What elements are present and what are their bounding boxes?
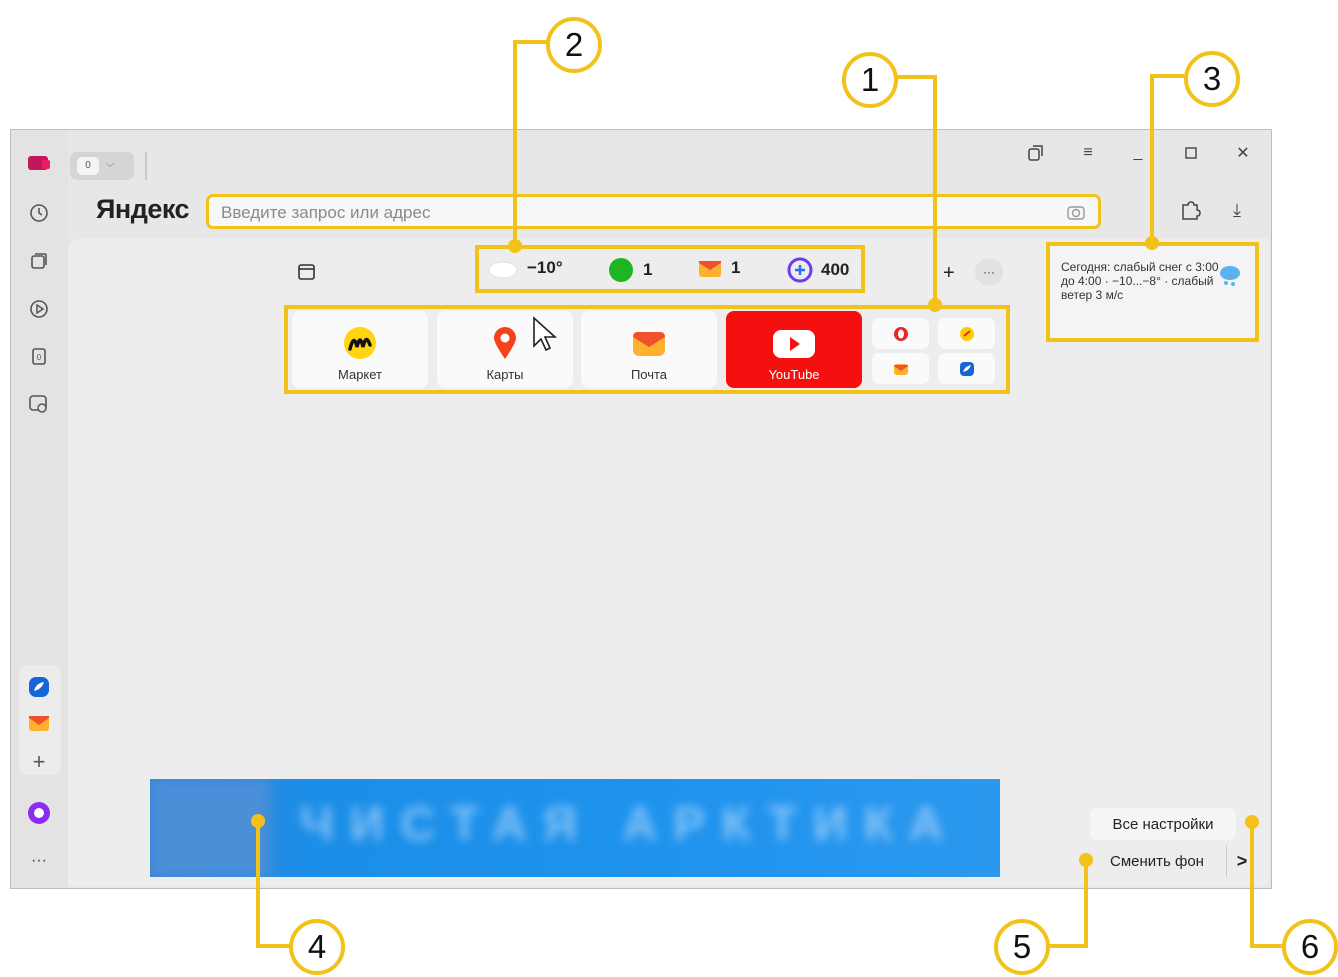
mail-informer[interactable]: 1 — [697, 257, 740, 279]
mini-tile-opera[interactable] — [872, 318, 929, 349]
zen-icon — [959, 326, 974, 341]
tile-mail[interactable]: Почта — [581, 311, 717, 388]
svg-text:0: 0 — [37, 353, 42, 362]
traffic-green-icon — [609, 258, 633, 282]
tile-label: Почта — [630, 367, 668, 382]
banner-text: ЧИСТАЯ АРКТИКА — [300, 798, 960, 851]
banner-logo-area — [150, 779, 270, 877]
cursor-icon — [531, 316, 559, 361]
mini-tile-mail[interactable] — [872, 353, 929, 384]
minimize-icon[interactable]: _ — [1125, 140, 1151, 166]
callout-dot — [1245, 815, 1259, 829]
traffic-score: 1 — [643, 260, 653, 279]
callout-line — [1250, 822, 1254, 948]
callout-dot — [508, 239, 522, 253]
tile-market[interactable]: Маркет — [292, 311, 428, 388]
callout-line — [1150, 74, 1186, 78]
maximize-icon[interactable] — [1178, 140, 1204, 166]
menu-icon[interactable]: ≡ — [1075, 140, 1101, 166]
history-icon[interactable] — [26, 200, 52, 226]
tab-divider — [145, 152, 147, 180]
mini-tile-zen[interactable] — [938, 318, 995, 349]
more-options-button[interactable]: ··· — [975, 258, 1003, 286]
mini-tile-messenger[interactable] — [938, 353, 995, 384]
plus-points-icon — [787, 257, 813, 283]
youtube-icon — [773, 330, 815, 358]
weather-forecast-text: Сегодня: слабый снег с 3:00 до 4:00 · −1… — [1061, 260, 1219, 302]
callout-dot — [1145, 236, 1159, 250]
address-bar[interactable] — [206, 194, 1101, 229]
callout-5: 5 — [994, 919, 1050, 975]
tabs-manager-icon[interactable] — [1023, 140, 1049, 166]
callout-line — [1250, 944, 1284, 948]
map-pin-icon — [494, 327, 516, 359]
mail-app-icon[interactable] — [26, 710, 52, 736]
callout-1: 1 — [842, 52, 898, 108]
weather-tooltip: Сегодня: слабый снег с 3:00 до 4:00 · −1… — [1046, 242, 1259, 342]
plus-informer[interactable]: 400 — [787, 257, 849, 283]
callout-line — [897, 75, 937, 79]
tab-counter-icon[interactable]: 0 — [26, 343, 52, 369]
extensions-icon[interactable] — [1178, 199, 1202, 228]
callout-line — [1150, 74, 1154, 244]
all-settings-button[interactable]: Все настройки — [1090, 808, 1236, 840]
background-banner[interactable]: ЧИСТАЯ АРКТИКА — [150, 779, 1000, 877]
tab-layout-icon[interactable] — [297, 262, 317, 287]
weather-informer[interactable]: −10° — [487, 257, 563, 279]
sidebar: 0 + ··· — [11, 130, 68, 888]
profile-avatar[interactable] — [26, 150, 52, 176]
change-background-button[interactable]: Сменить фон — [1090, 845, 1224, 877]
callout-6: 6 — [1282, 919, 1338, 975]
callout-dot — [251, 814, 265, 828]
tile-youtube[interactable]: YouTube — [726, 311, 862, 388]
close-icon[interactable]: ✕ — [1230, 140, 1256, 166]
add-app-button[interactable]: + — [26, 749, 52, 775]
tile-label: Маркет — [337, 367, 383, 382]
mail-icon — [699, 261, 721, 277]
market-icon — [344, 327, 376, 359]
weather-temperature: −10° — [527, 258, 563, 277]
alice-icon[interactable] — [26, 800, 52, 826]
callout-line — [933, 75, 937, 305]
add-tile-button[interactable]: + — [943, 262, 955, 285]
chevron-down-icon: ⌵ — [106, 158, 115, 170]
messenger-app-icon[interactable] — [26, 674, 52, 700]
callout-4: 4 — [289, 919, 345, 975]
callout-line — [1048, 944, 1088, 948]
callout-2: 2 — [546, 17, 602, 73]
callout-3: 3 — [1184, 51, 1240, 107]
sidebar-more-button[interactable]: ··· — [26, 848, 52, 874]
opera-icon — [893, 326, 908, 341]
messenger-icon — [959, 361, 974, 376]
callout-dot — [928, 298, 942, 312]
search-input[interactable] — [219, 201, 1043, 225]
callout-line — [513, 40, 517, 245]
yandex-logo[interactable]: Яндекс — [96, 194, 190, 225]
collections-icon[interactable] — [26, 248, 52, 274]
informers-bar: −10° 1 1 400 — [475, 245, 865, 293]
callout-dot — [1079, 853, 1093, 867]
mail-icon — [633, 332, 665, 356]
callout-line — [513, 40, 548, 44]
plus-points: 400 — [821, 260, 850, 279]
camera-search-icon[interactable] — [1066, 203, 1086, 226]
screenshot-icon[interactable] — [26, 391, 52, 417]
callout-line — [1084, 860, 1088, 948]
downloads-icon[interactable]: ⤓ — [1233, 200, 1241, 221]
traffic-informer[interactable]: 1 — [607, 257, 652, 283]
tile-label: Карты — [486, 367, 524, 382]
tab-selector[interactable]: 0 ⌵ — [70, 152, 134, 180]
callout-line — [256, 944, 291, 948]
video-icon[interactable] — [26, 296, 52, 322]
snow-cloud-icon — [1220, 266, 1240, 286]
tile-label: YouTube — [768, 367, 820, 382]
callout-line — [256, 820, 260, 948]
mail-icon — [893, 363, 908, 375]
tab-count: 0 — [77, 157, 99, 175]
cloud-icon — [488, 261, 518, 279]
mail-count: 1 — [731, 258, 741, 277]
